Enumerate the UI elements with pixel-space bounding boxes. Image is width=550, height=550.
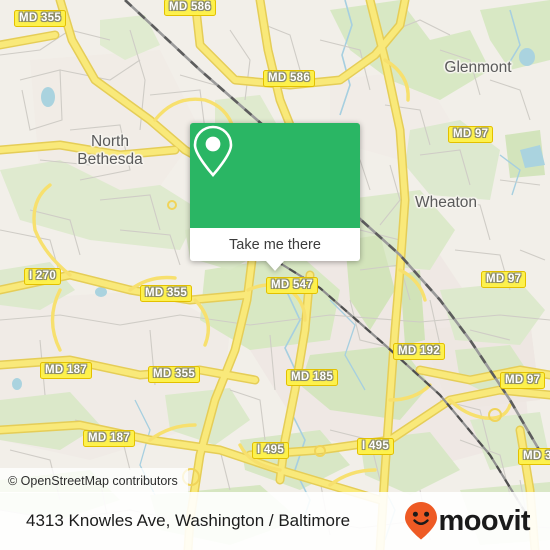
route-shield-md547: MD 547 — [266, 277, 319, 294]
moovit-smiley-pin-icon — [404, 502, 437, 540]
moovit-logo[interactable]: moovit — [404, 501, 531, 541]
map-attribution[interactable]: © OpenStreetMap contributors — [0, 468, 188, 493]
route-shield-md97-east: MD 97 — [481, 271, 527, 288]
location-pin-icon — [193, 125, 233, 177]
take-me-there-label: Take me there — [229, 236, 321, 253]
route-shield-md586: MD 586 — [263, 70, 316, 87]
place-label-north-bethesda: North Bethesda — [45, 133, 175, 169]
route-shield-md355-mid: MD 355 — [140, 285, 193, 302]
route-shield-md185: MD 185 — [286, 369, 339, 386]
place-label-wheaton: Wheaton — [414, 194, 478, 211]
route-shield-md187: MD 187 — [40, 362, 93, 379]
location-address: 4313 Knowles Ave, Washington / Baltimore — [26, 511, 351, 530]
route-shield-md97-north: MD 97 — [448, 126, 494, 143]
route-shield-md97-southeast: MD 97 — [500, 372, 546, 389]
route-shield-md187-south: MD 187 — [83, 430, 136, 447]
location-popup-card[interactable]: Take me there — [190, 123, 360, 271]
route-shield-i495-east: I 495 — [357, 438, 395, 455]
attribution-text: © OpenStreetMap contributors — [8, 473, 178, 488]
take-me-there-button[interactable]: Take me there — [190, 228, 360, 261]
moovit-wordmark: moovit — [438, 504, 531, 537]
route-shield-i270: I 270 — [24, 268, 62, 285]
route-shield-md355-nw: MD 355 — [14, 10, 67, 27]
place-label-line: North — [91, 133, 129, 150]
place-label-line: Bethesda — [77, 151, 143, 168]
route-shield-md355-south: MD 355 — [148, 366, 201, 383]
place-label-glenmont: Glenmont — [444, 59, 512, 76]
popup-pointer-tail — [266, 261, 284, 271]
route-shield-i495-west: I 495 — [252, 442, 290, 459]
route-shield-md192: MD 192 — [393, 343, 446, 360]
popup-image-panel — [190, 123, 360, 228]
route-shield-md39: MD 39 — [518, 448, 550, 465]
map-screenshot: North Bethesda Glenmont Wheaton MD 355 M… — [0, 0, 550, 550]
route-shield-md586-top: MD 586 — [164, 0, 217, 16]
footer-bar: 4313 Knowles Ave, Washington / Baltimore… — [0, 492, 550, 550]
